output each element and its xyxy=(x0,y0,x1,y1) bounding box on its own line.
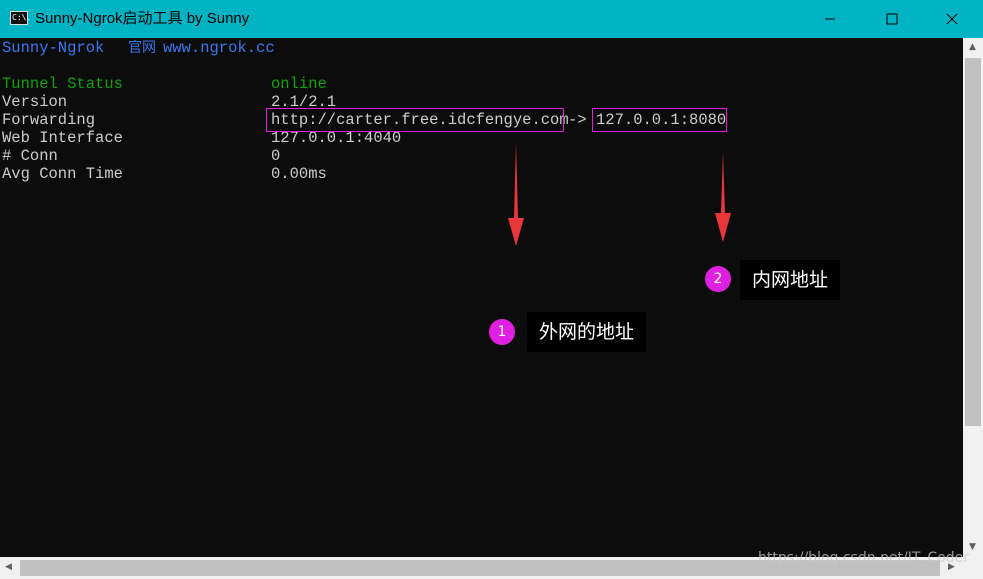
window-title: Sunny-Ngrok启动工具 by Sunny xyxy=(35,10,250,27)
minimize-button[interactable] xyxy=(807,0,853,38)
row-key-tunnel-status: Tunnel Status xyxy=(2,75,123,93)
forwarding-arrow: -> xyxy=(568,111,587,129)
arrow-down-icon-1 xyxy=(508,142,524,246)
header-app-name: Sunny-Ngrok xyxy=(2,39,105,57)
arrow-down-icon-2 xyxy=(715,152,731,242)
scroll-up-icon[interactable]: ▲ xyxy=(969,42,976,52)
row-key-forwarding: Forwarding xyxy=(2,111,96,129)
external-address-highlight xyxy=(266,108,564,132)
console-app-icon: C:\. xyxy=(10,11,31,25)
local-address-highlight xyxy=(592,108,727,132)
row-value-tunnel-status: online xyxy=(271,75,327,93)
close-icon xyxy=(946,13,958,25)
minimize-icon xyxy=(825,18,835,20)
title-bar[interactable]: C:\. Sunny-Ngrok启动工具 by Sunny xyxy=(0,0,983,38)
maximize-icon xyxy=(886,13,898,25)
row-key-web-interface: Web Interface xyxy=(2,129,123,147)
row-value-avg-conn-time: 0.00ms xyxy=(271,165,327,183)
scroll-left-icon[interactable]: ◀ xyxy=(5,562,12,572)
row-value-conn: 0 xyxy=(271,147,281,165)
header-site-label: 官网 xyxy=(128,40,156,56)
annotation-local-address: 内网地址 xyxy=(740,260,841,300)
vertical-scrollbar[interactable]: ▲ ▼ xyxy=(963,38,983,557)
watermark: https://blog.csdn.net/IT_Coder xyxy=(758,550,970,566)
maximize-button[interactable] xyxy=(869,0,915,38)
annotation-badge-1: 1 xyxy=(489,319,515,345)
vertical-scroll-thumb[interactable] xyxy=(965,58,981,426)
scroll-down-icon[interactable]: ▼ xyxy=(969,542,976,552)
annotation-badge-2: 2 xyxy=(705,266,731,292)
header-site-url: www.ngrok.cc xyxy=(163,39,275,57)
row-key-conn: # Conn xyxy=(2,147,58,165)
close-button[interactable] xyxy=(929,0,975,38)
row-key-avg-conn-time: Avg Conn Time xyxy=(2,165,123,183)
annotation-external-address: 外网的地址 xyxy=(527,312,647,352)
row-key-version: Version xyxy=(2,93,68,111)
